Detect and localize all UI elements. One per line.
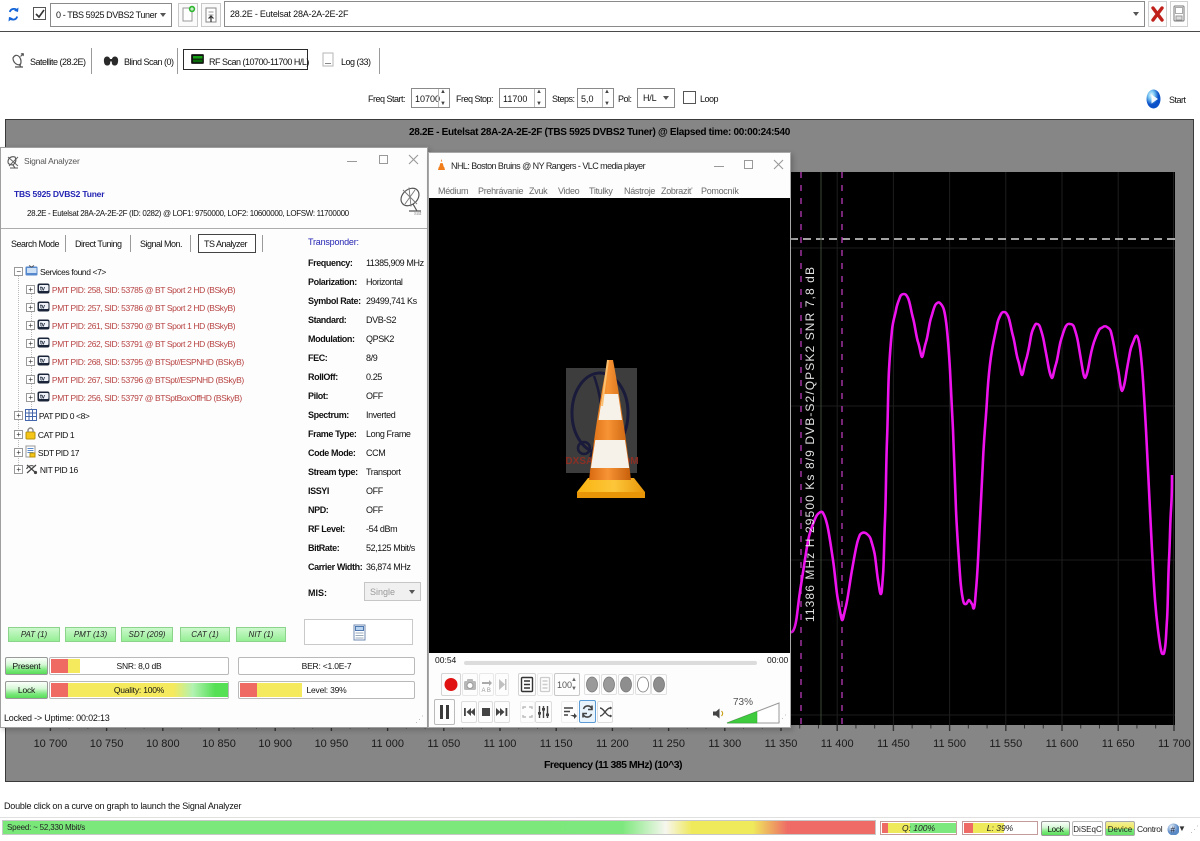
svg-text:A B: A B [482,688,491,694]
svg-text:sat: sat [414,211,422,216]
svg-text:11386 MHz H 29500 Ks 8/9 DVB-S: 11386 MHz H 29500 Ks 8/9 DVB-S2/QPSK2 SN… [803,266,817,622]
svg-text:#: # [1171,826,1176,835]
